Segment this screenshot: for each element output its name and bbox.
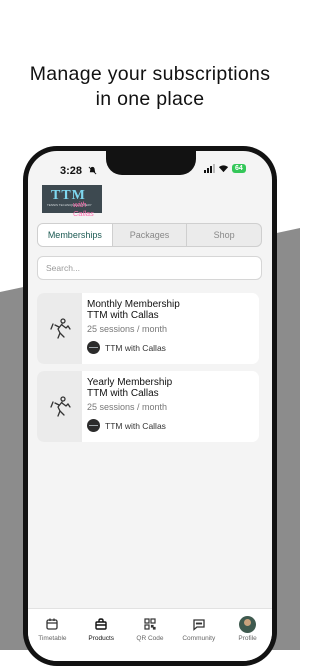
status-time: 3:28 xyxy=(60,165,83,177)
avatar xyxy=(239,615,257,633)
nav-label: Profile xyxy=(238,635,257,642)
card-sessions: 25 sessions / month xyxy=(87,324,168,334)
signal-icon xyxy=(204,164,215,173)
chat-icon xyxy=(193,619,205,631)
brand-logo: TTM TENNIS TECHNIQUE MASTERY with Callas xyxy=(42,185,102,218)
tennis-player-icon xyxy=(49,395,71,417)
headline: Manage your subscriptions in one place xyxy=(0,62,300,112)
nav-products[interactable]: Products xyxy=(79,615,123,661)
wifi-icon xyxy=(218,165,229,173)
bottom-nav: Timetable Products QR Code Community Pro… xyxy=(28,608,272,661)
calendar-icon xyxy=(46,618,59,630)
card-title: Monthly Membership TTM with Callas xyxy=(87,299,180,321)
nav-profile[interactable]: Profile xyxy=(226,615,270,661)
nav-label: Products xyxy=(88,635,115,642)
card-image xyxy=(37,293,82,364)
nav-qr-code[interactable]: QR Code xyxy=(128,615,172,661)
card-owner: TTM with Callas xyxy=(87,341,166,354)
tab-memberships[interactable]: Memberships xyxy=(38,224,112,246)
card-title: Yearly Membership TTM with Callas xyxy=(87,377,172,399)
qr-code-icon xyxy=(144,618,156,630)
owner-avatar xyxy=(87,341,100,354)
headline-line-1: Manage your subscriptions xyxy=(29,63,271,85)
phone-frame: 3:28 64 TTM TENNIS TECHNIQUE MASTERY wit… xyxy=(23,146,277,666)
phone-notch xyxy=(106,151,196,175)
owner-name: TTM with Callas xyxy=(105,342,166,353)
owner-avatar xyxy=(87,419,100,432)
tennis-player-icon xyxy=(49,317,71,339)
card-sessions: 25 sessions / month xyxy=(87,402,168,412)
membership-card-monthly[interactable]: Monthly Membership TTM with Callas 25 se… xyxy=(37,293,259,364)
card-title-line-2: TTM with Callas xyxy=(87,310,159,321)
card-title-line-1: Monthly Membership xyxy=(87,299,180,310)
search-input[interactable] xyxy=(37,256,262,280)
nav-label: Community xyxy=(182,635,216,642)
card-title-line-1: Yearly Membership xyxy=(87,377,173,388)
nav-label: QR Code xyxy=(136,635,164,642)
status-right: 64 xyxy=(204,164,246,173)
owner-name: TTM with Callas xyxy=(105,420,166,431)
tab-shop[interactable]: Shop xyxy=(186,224,261,246)
headline-line-2: in one place xyxy=(95,88,205,110)
card-title-line-2: TTM with Callas xyxy=(87,388,159,399)
battery-indicator: 64 xyxy=(232,164,246,173)
segmented-tabs: Memberships Packages Shop xyxy=(37,223,262,247)
phone-screen: 3:28 64 TTM TENNIS TECHNIQUE MASTERY wit… xyxy=(28,151,272,661)
membership-card-yearly[interactable]: Yearly Membership TTM with Callas 25 ses… xyxy=(37,371,259,442)
tab-packages[interactable]: Packages xyxy=(111,224,187,246)
nav-community[interactable]: Community xyxy=(177,615,221,661)
card-image xyxy=(37,371,82,442)
nav-label: Timetable xyxy=(38,635,67,642)
bag-icon xyxy=(95,618,107,630)
card-owner: TTM with Callas xyxy=(87,419,166,432)
bell-off-icon xyxy=(88,166,97,177)
nav-timetable[interactable]: Timetable xyxy=(30,615,74,661)
logo-script-text: with Callas xyxy=(73,200,94,218)
